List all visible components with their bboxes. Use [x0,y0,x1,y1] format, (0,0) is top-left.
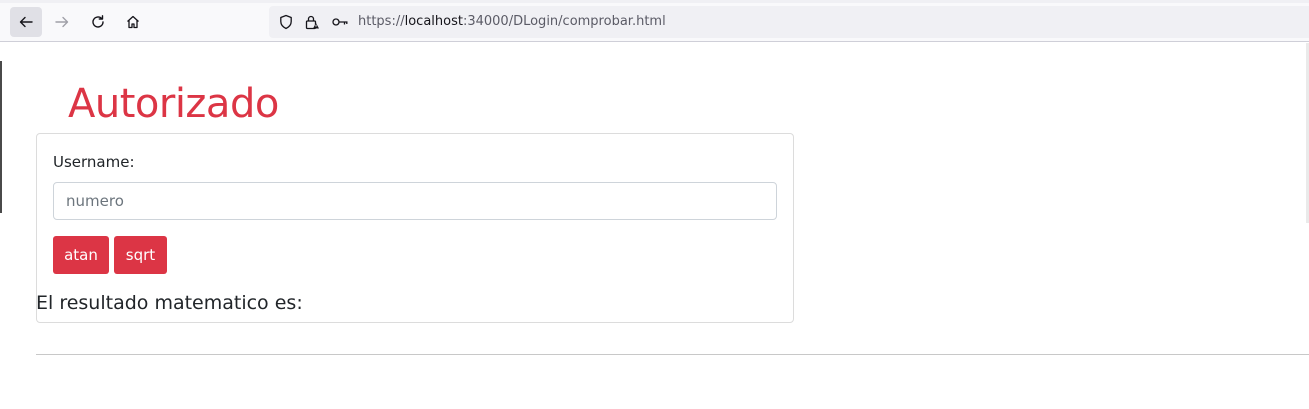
url-path: :34000/DLogin/comprobar.html [462,14,666,29]
left-edge-bar [0,61,2,213]
page-title: Autorizado [68,81,279,127]
address-bar[interactable]: https://localhost:34000/DLogin/comprobar… [269,6,1309,38]
tab-strip-edge [0,0,1309,3]
browser-toolbar: https://localhost:34000/DLogin/comprobar… [0,0,1309,42]
number-input[interactable] [53,182,777,220]
atan-button[interactable]: atan [53,236,109,274]
horizontal-divider [36,354,1309,355]
username-label: Username: [53,153,135,171]
url-prefix: https:// [358,14,405,29]
insecure-lock-icon[interactable] [304,14,320,35]
forward-arrow-icon [55,16,69,28]
home-icon [127,15,139,29]
reload-button[interactable] [82,7,114,37]
sqrt-button[interactable]: sqrt [114,236,167,274]
shield-icon[interactable] [278,14,294,35]
result-text: El resultado matematico es: [36,292,303,314]
home-button[interactable] [117,7,149,37]
url-host: localhost [404,14,463,29]
back-arrow-icon [19,16,33,28]
key-icon[interactable] [331,14,349,35]
reload-icon [92,15,104,28]
url-text[interactable]: https://localhost:34000/DLogin/comprobar… [358,14,666,29]
back-button[interactable] [10,7,42,37]
forward-button[interactable] [46,7,78,37]
